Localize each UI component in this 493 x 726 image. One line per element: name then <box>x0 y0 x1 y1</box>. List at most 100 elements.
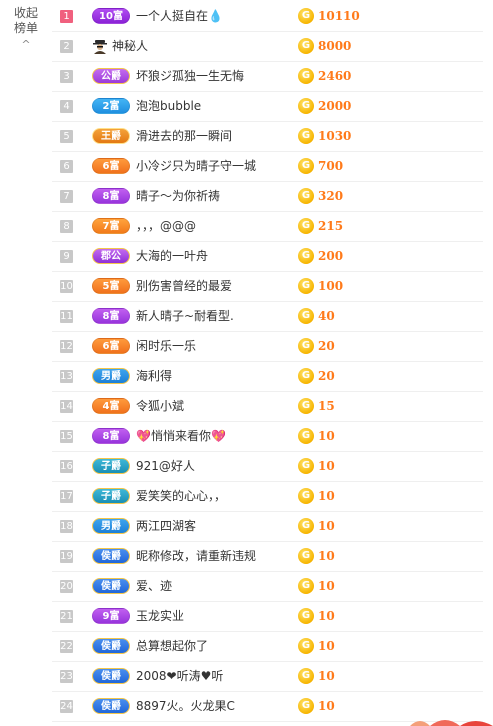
user-name[interactable]: 一个人挺自在💧 <box>136 8 223 25</box>
rank-number: 16 <box>60 460 73 473</box>
rank-number: 10 <box>60 280 73 293</box>
decorative-corner-graphic <box>410 720 493 726</box>
ranking-row[interactable]: 19 侯爵 昵称修改，请重新违规 G 10 <box>52 542 483 572</box>
ranking-row[interactable]: 1 10富 一个人挺自在💧 G 10110 <box>52 2 483 32</box>
ranking-row[interactable]: 4 2富 泡泡bubble G 2000 <box>52 92 483 122</box>
coin-amount: 20 <box>318 339 335 353</box>
ranking-row[interactable]: 23 侯爵 2008❤听涛♥听 G 10 <box>52 662 483 692</box>
rank-number: 5 <box>60 130 73 143</box>
level-badge: 侯爵 <box>92 668 130 684</box>
user-name[interactable]: 坏狼ジ孤独一生无悔 <box>136 68 244 85</box>
coin-amount: 10 <box>318 579 335 593</box>
ranking-row[interactable]: 16 子爵 921@好人 G 10 <box>52 452 483 482</box>
ranking-row[interactable]: 20 侯爵 爱、迹 G 10 <box>52 572 483 602</box>
coin-icon: G <box>298 608 314 624</box>
ranking-row[interactable]: 13 男爵 海利得 G 20 <box>52 362 483 392</box>
coin-amount: 2460 <box>318 69 352 83</box>
rank-number: 18 <box>60 520 73 533</box>
user-name[interactable]: 8897火。火龙果C <box>136 698 235 715</box>
ranking-row[interactable]: 22 侯爵 总算想起你了 G 10 <box>52 632 483 662</box>
coin-amount: 10 <box>318 459 335 473</box>
ranking-row[interactable]: 6 6富 小冷ジ只为晴子守一城 G 700 <box>52 152 483 182</box>
coin-icon: G <box>298 38 314 54</box>
ranking-row[interactable]: 9 郡公 大海的一叶舟 G 200 <box>52 242 483 272</box>
level-badge: 公爵 <box>92 68 130 84</box>
level-badge: 侯爵 <box>92 638 130 654</box>
ranking-row[interactable]: 11 8富 新人晴子~耐看型. G 40 <box>52 302 483 332</box>
coin-amount: 10 <box>318 609 335 623</box>
coin-amount: 8000 <box>318 39 352 53</box>
user-name[interactable]: 爱笑笑的心心，， <box>136 488 226 505</box>
user-name[interactable]: 💖悄悄来看你💖 <box>136 428 226 445</box>
user-name[interactable]: 别伤害曾经的最爱 <box>136 278 232 295</box>
rank-number: 21 <box>60 610 73 623</box>
coin-icon: G <box>298 188 314 204</box>
collapse-ranking-button[interactable]: 收起 榜单 ^ <box>8 6 44 52</box>
user-name[interactable]: 闲时乐一乐 <box>136 338 196 355</box>
coin-amount: 20 <box>318 369 335 383</box>
coin-amount: 320 <box>318 189 344 203</box>
ranking-row[interactable]: 7 8富 晴子～为你祈祷 G 320 <box>52 182 483 212</box>
ranking-row[interactable]: 21 9富 玉龙实业 G 10 <box>52 602 483 632</box>
ranking-row[interactable]: 15 8富 💖悄悄来看你💖 G 10 <box>52 422 483 452</box>
user-name[interactable]: 昵称修改，请重新违规 <box>136 548 256 565</box>
level-badge: 侯爵 <box>92 548 130 564</box>
ranking-row[interactable]: 3 公爵 坏狼ジ孤独一生无悔 G 2460 <box>52 62 483 92</box>
user-name[interactable]: 神秘人 <box>112 38 148 55</box>
rank-number: 6 <box>60 160 73 173</box>
rank-number: 7 <box>60 190 73 203</box>
coin-amount: 215 <box>318 219 344 233</box>
user-name[interactable]: 玉龙实业 <box>136 608 184 625</box>
user-name[interactable]: 令狐小斌 <box>136 398 184 415</box>
level-badge: 7富 <box>92 218 130 234</box>
coin-icon: G <box>298 158 314 174</box>
user-name[interactable]: 921@好人 <box>136 458 195 475</box>
coin-icon: G <box>298 368 314 384</box>
ranking-row[interactable]: 10 5富 别伤害曾经的最爱 G 100 <box>52 272 483 302</box>
ranking-row[interactable]: 18 男爵 两江四湖客 G 10 <box>52 512 483 542</box>
coin-icon: G <box>298 98 314 114</box>
ranking-row[interactable]: 17 子爵 爱笑笑的心心，， G 10 <box>52 482 483 512</box>
level-badge: 子爵 <box>92 458 130 474</box>
user-name[interactable]: 泡泡bubble <box>136 98 201 115</box>
user-name[interactable]: 两江四湖客 <box>136 518 196 535</box>
user-name[interactable]: 海利得 <box>136 368 172 385</box>
rank-number: 17 <box>60 490 73 503</box>
rank-number: 4 <box>60 100 73 113</box>
user-name[interactable]: 晴子～为你祈祷 <box>136 188 220 205</box>
level-badge: 9富 <box>92 608 130 624</box>
level-badge: 王爵 <box>92 128 130 144</box>
ranking-row[interactable]: 14 4富 令狐小斌 G 15 <box>52 392 483 422</box>
coin-icon: G <box>298 68 314 84</box>
coin-icon: G <box>298 248 314 264</box>
rank-number: 23 <box>60 670 73 683</box>
rank-number: 14 <box>60 400 73 413</box>
user-name[interactable]: 新人晴子~耐看型. <box>136 308 234 325</box>
user-name[interactable]: 2008❤听涛♥听 <box>136 668 223 685</box>
level-badge: 男爵 <box>92 368 130 384</box>
coin-amount: 10110 <box>318 9 360 23</box>
level-badge: 8富 <box>92 188 130 204</box>
ranking-row[interactable]: 2 神秘人 G 8000 <box>52 32 483 62</box>
level-badge: 5富 <box>92 278 130 294</box>
coin-icon: G <box>298 8 314 24</box>
ranking-row[interactable]: 12 6富 闲时乐一乐 G 20 <box>52 332 483 362</box>
user-name[interactable]: 小冷ジ只为晴子守一城 <box>136 158 256 175</box>
coin-amount: 40 <box>318 309 335 323</box>
user-name[interactable]: 大海的一叶舟 <box>136 248 208 265</box>
level-badge: 8富 <box>92 428 130 444</box>
rank-number: 12 <box>60 340 73 353</box>
ranking-row[interactable]: 8 7富 ，，，@@@ G 215 <box>52 212 483 242</box>
coin-amount: 15 <box>318 399 335 413</box>
level-badge: 男爵 <box>92 518 130 534</box>
user-name[interactable]: 爱、迹 <box>136 578 172 595</box>
user-name[interactable]: 总算想起你了 <box>136 638 208 655</box>
coin-amount: 10 <box>318 639 335 653</box>
rank-number: 8 <box>60 220 73 233</box>
user-name[interactable]: ，，，@@@ <box>136 218 196 235</box>
coin-amount: 10 <box>318 699 335 713</box>
ranking-row[interactable]: 5 王爵 滑进去的那一瞬间 G 1030 <box>52 122 483 152</box>
user-name[interactable]: 滑进去的那一瞬间 <box>136 128 232 145</box>
coin-icon: G <box>298 548 314 564</box>
rank-number: 9 <box>60 250 73 263</box>
